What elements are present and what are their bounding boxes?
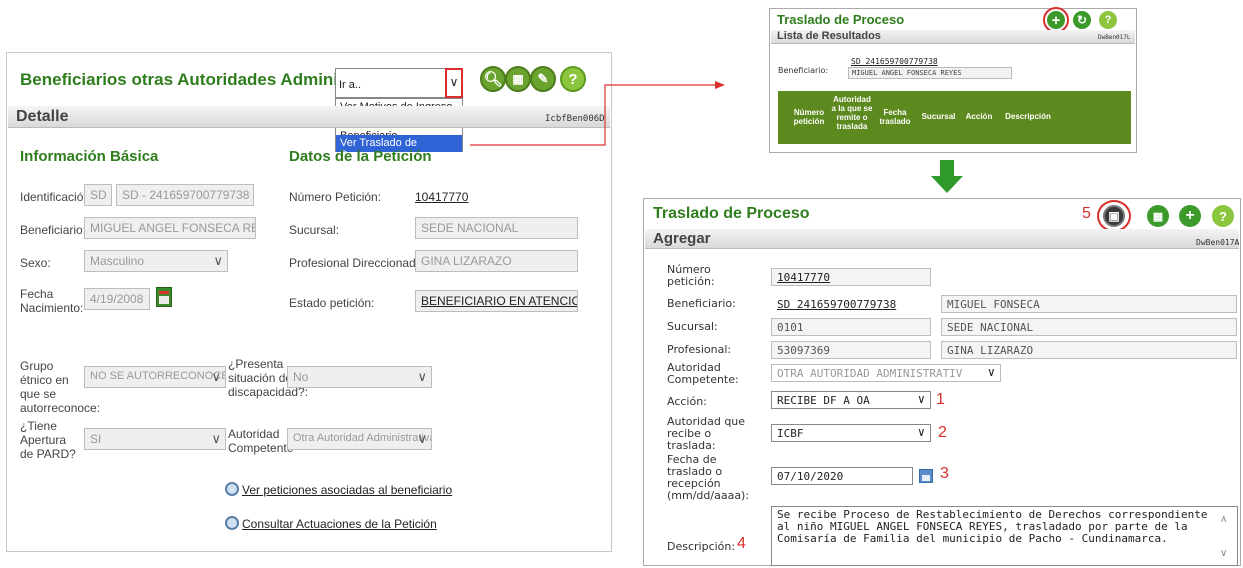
numero-label: Número petición: — [667, 263, 715, 288]
consultar-actuaciones-link[interactable]: Consultar Actuaciones de la Petición — [242, 517, 437, 531]
tr-beneficiario-id[interactable]: SD 241659700779738 — [851, 57, 938, 66]
connector-arrow — [470, 81, 725, 146]
magnifier-icon — [225, 516, 239, 530]
pard-select[interactable]: SI — [84, 428, 226, 450]
profesional-label: Profesional Direccionado: — [289, 256, 426, 270]
profesional-nombre: GINA LIZARAZO — [941, 341, 1237, 359]
step-5-marker: 5 — [1082, 205, 1091, 222]
numero-peticion-label: Número Petición: — [289, 190, 382, 204]
col-sucursal[interactable]: Sucursal — [916, 91, 961, 144]
calendar-icon[interactable]: ▦ — [1147, 205, 1169, 227]
accion-label: Acción: — [667, 395, 707, 408]
refresh-icon[interactable]: ↻ — [1073, 11, 1091, 29]
tr-beneficiario-nombre: MIGUEL ANGEL FONSECA REYES — [848, 67, 1012, 79]
sexo-select[interactable]: Masculino — [84, 250, 228, 272]
sucursal-valor: SEDE NACIONAL — [415, 217, 578, 239]
identificacion-tipo: SD — [84, 184, 112, 206]
sucursal-label: Sucursal: — [289, 223, 340, 237]
sucursal-nombre: SEDE NACIONAL — [941, 318, 1237, 336]
beneficiario-label: Beneficiario: — [20, 223, 87, 237]
autoridad-recibe-label: Autoridad que recibe o traslada: — [667, 415, 746, 452]
profesional-label: Profesional: — [667, 343, 732, 356]
textarea-scroll-down-icon[interactable]: ∨ — [1220, 548, 1227, 559]
accion-select[interactable]: RECIBE DF A OA — [771, 391, 931, 409]
calendar-picker-icon[interactable] — [156, 287, 172, 307]
calendar-picker-icon[interactable] — [919, 469, 933, 483]
tr-subtitle: Lista de Resultados — [777, 30, 881, 42]
profesional-codigo: 53097369 — [771, 341, 931, 359]
tr-code: DwBen017L — [1098, 34, 1131, 41]
estado-label: Estado petición: — [289, 296, 375, 310]
fecha-traslado-label: Fecha de traslado o recepción (mm/dd/aaa… — [667, 453, 750, 502]
step-3-marker: 3 — [940, 465, 949, 482]
help-icon[interactable]: ? — [1212, 205, 1234, 227]
down-arrow — [931, 160, 963, 193]
autoridad-competente-label: Autoridad Competente: — [667, 361, 739, 386]
step-4-marker: 4 — [737, 535, 746, 552]
autoridad-select[interactable]: Otra Autoridad Administrativa — [287, 428, 432, 450]
numero-peticion-valor[interactable]: 10417770 — [415, 190, 468, 204]
profesional-valor: GINA LIZARAZO — [415, 250, 578, 272]
grupo-etnico-label: Grupo étnico en que se autorreconoce: — [20, 359, 101, 415]
results-table-header: Número petición Autoridad a la que se re… — [778, 91, 1131, 144]
autoridad-recibe-select[interactable]: ICBF — [771, 424, 931, 442]
autoridad-label: Autoridad Competente — [228, 427, 294, 455]
help-icon[interactable]: ? — [1099, 11, 1117, 29]
col-descripcion[interactable]: Descripción — [997, 91, 1059, 144]
numero-valor: 10417770 — [771, 268, 931, 286]
identificacion-label: Identificación: — [20, 190, 94, 204]
beneficiario-id[interactable]: SD 241659700779738 — [771, 295, 931, 313]
autoridad-competente-select[interactable]: OTRA AUTORIDAD ADMINISTRATIV — [771, 364, 1001, 382]
discapacidad-select[interactable]: No — [287, 366, 432, 388]
fecha-nacimiento-valor: 4/19/2008 — [84, 288, 150, 310]
tr-title: Traslado de Proceso — [777, 12, 905, 27]
br-section-bar — [645, 229, 1239, 249]
fecha-traslado-input[interactable]: 07/10/2020 — [771, 467, 913, 485]
descripcion-textarea[interactable]: Se recibe Proceso de Restablecimiento de… — [771, 506, 1238, 566]
save-icon[interactable]: ▣ — [1103, 205, 1125, 227]
descripcion-label: Descripción: — [667, 540, 736, 553]
textarea-scroll-up-icon[interactable]: ∧ — [1220, 514, 1227, 525]
fecha-nacimiento-label: Fecha Nacimiento: — [20, 287, 84, 315]
br-code: DwBen017A — [1196, 238, 1240, 247]
estado-valor: BENEFICIARIO EN ATENCION — [415, 290, 578, 312]
sucursal-codigo: 0101 — [771, 318, 931, 336]
beneficiario-nombre: MIGUEL FONSECA — [941, 295, 1237, 313]
col-fecha[interactable]: Fecha traslado — [874, 91, 916, 144]
grupo-etnico-select[interactable]: NO SE AUTORRECONOCE EN — [84, 366, 226, 388]
goto-select[interactable]: Ir a.. ∨ — [335, 68, 463, 98]
col-numero[interactable]: Número petición — [788, 91, 830, 144]
tr-beneficiario-label: Beneficiario: — [778, 66, 829, 75]
sucursal-label: Sucursal: — [667, 320, 718, 333]
info-basica-heading: Información Básica — [20, 148, 159, 165]
add-icon[interactable]: + — [1047, 11, 1065, 29]
br-title: Traslado de Proceso — [653, 205, 810, 222]
step-2-marker: 2 — [938, 424, 947, 441]
br-section: Agregar — [653, 230, 711, 247]
sexo-label: Sexo: — [20, 256, 51, 270]
identificacion-valor: SD - 241659700779738 — [116, 184, 254, 206]
goto-select-value: Ir a.. — [339, 79, 362, 91]
col-autoridad[interactable]: Autoridad a la que se remite o traslada — [830, 91, 874, 144]
step-1-marker: 1 — [936, 391, 945, 408]
beneficiario-valor: MIGUEL ANGEL FONSECA REY — [84, 217, 256, 239]
beneficiario-label: Beneficiario: — [667, 297, 736, 310]
detalle-title: Detalle — [16, 108, 69, 125]
magnifier-icon — [225, 482, 239, 496]
add-icon[interactable]: + — [1179, 205, 1201, 227]
pard-label: ¿Tiene Apertura de PARD? — [20, 419, 76, 461]
ver-peticiones-link[interactable]: Ver peticiones asociadas al beneficiario — [242, 483, 452, 497]
col-accion[interactable]: Acción — [961, 91, 997, 144]
datos-peticion-heading: Datos de la Petición — [289, 148, 432, 165]
